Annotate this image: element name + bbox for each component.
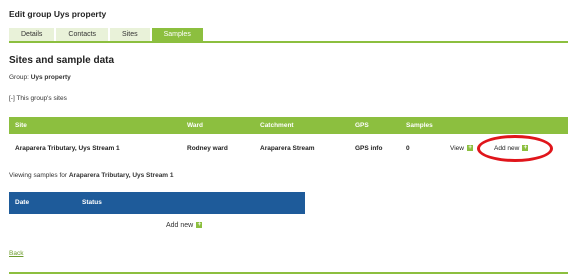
col-status: Status [82, 199, 102, 206]
tab-contacts[interactable]: Contacts [56, 28, 109, 41]
col-ward: Ward [187, 122, 204, 129]
group-name: Uys property [30, 74, 71, 81]
samples-add-new-button[interactable]: Add new + [166, 222, 203, 229]
group-line: Group: Uys property [9, 74, 71, 81]
group-prefix: Group: [9, 74, 29, 81]
back-link[interactable]: Back [9, 250, 23, 257]
site-cell: Araparera Tributary, Uys Stream 1 [15, 145, 120, 152]
samples-table-header: Date Status [9, 192, 305, 214]
highlight-circle [477, 135, 553, 162]
col-site: Site [15, 122, 27, 129]
samples-count: 0 [406, 145, 410, 152]
plus-icon: + [196, 222, 203, 229]
tab-divider [9, 41, 568, 43]
page-title: Edit group Uys property [9, 9, 107, 19]
view-label: View [450, 145, 464, 152]
footer-divider [9, 272, 568, 274]
view-icon: + [466, 145, 473, 152]
ward-cell: Rodney ward [187, 145, 228, 152]
tab-sites[interactable]: Sites [110, 28, 150, 41]
sites-table-header: Site Ward Catchment GPS Samples [9, 117, 568, 134]
view-button[interactable]: View + [450, 139, 473, 159]
col-samples: Samples [406, 122, 433, 129]
viewing-site: Araparera Tributary, Uys Stream 1 [68, 172, 174, 179]
tab-bar: Details Contacts Sites Samples [9, 28, 205, 41]
tab-details[interactable]: Details [9, 28, 55, 41]
sites-toggle[interactable]: [-] This group's sites [9, 95, 67, 102]
col-gps: GPS [355, 122, 369, 129]
col-date: Date [15, 199, 30, 206]
viewing-prefix: Viewing samples for [9, 172, 68, 179]
col-catchment: Catchment [260, 122, 294, 129]
samples-add-label: Add new [166, 222, 194, 229]
viewing-samples-line: Viewing samples for Araparera Tributary,… [9, 172, 174, 179]
section-title: Sites and sample data [9, 55, 115, 66]
tab-samples[interactable]: Samples [151, 28, 203, 41]
catchment-cell: Araparera Stream [260, 145, 315, 152]
gps-info-link[interactable]: GPS info [355, 139, 382, 159]
